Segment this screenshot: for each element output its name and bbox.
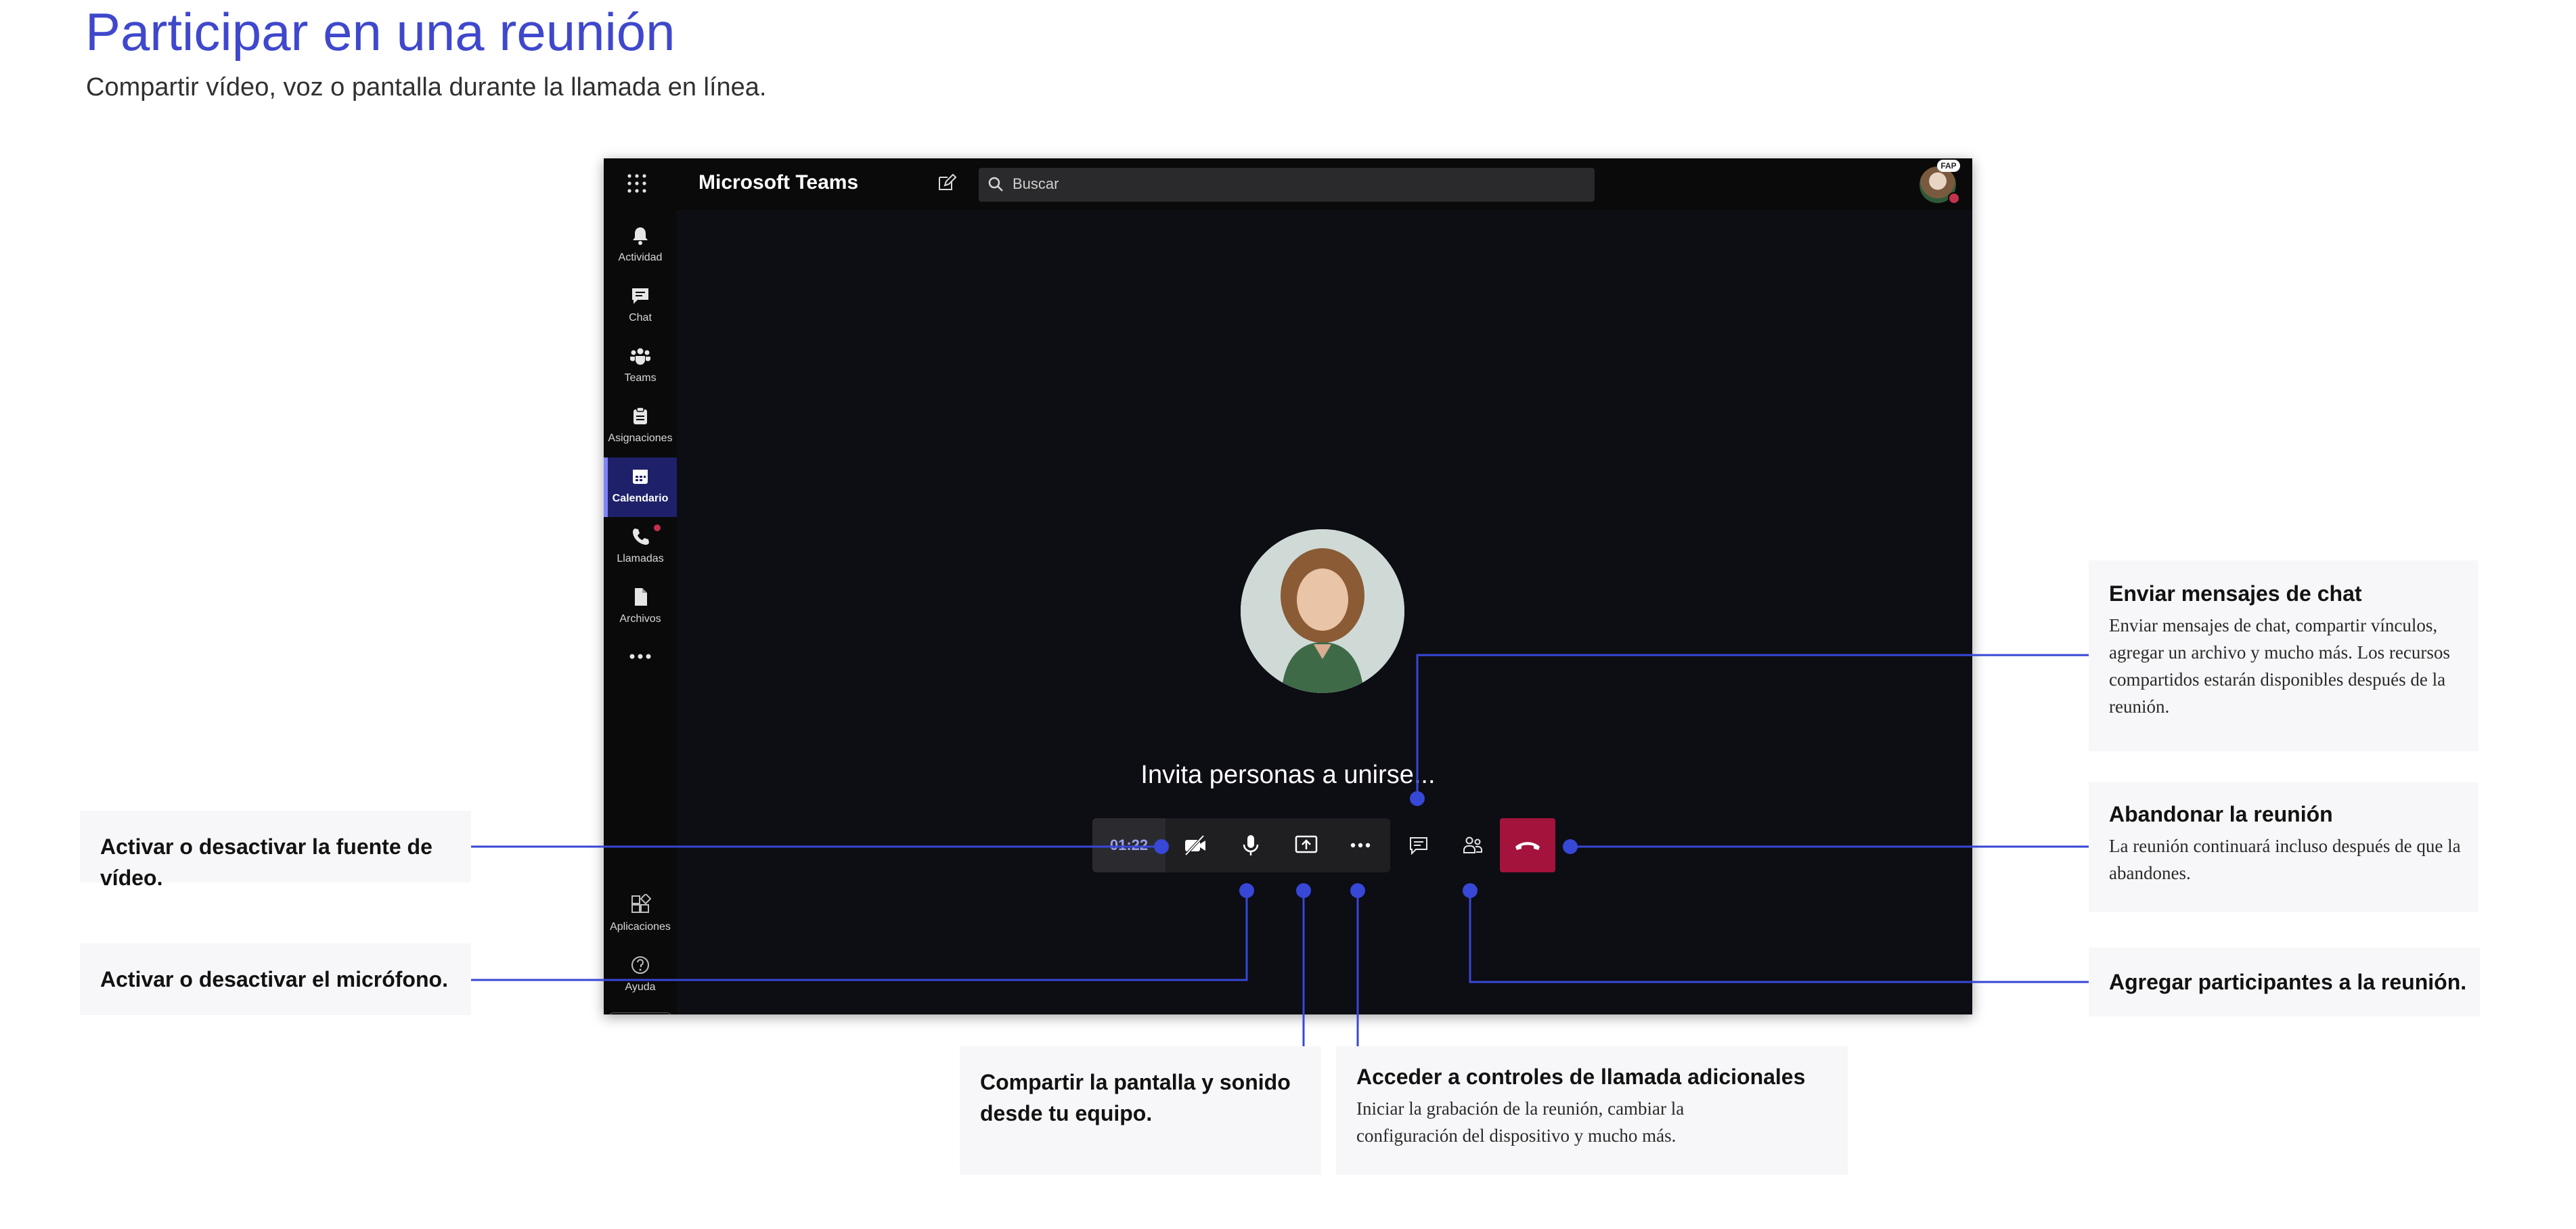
connector-lines <box>471 654 2089 1046</box>
connector-chat <box>1416 654 2089 799</box>
connector-participants <box>1469 891 2089 983</box>
connector-dot <box>1410 791 1425 806</box>
connector-dot <box>1350 883 1365 898</box>
connector-dot <box>1239 883 1254 898</box>
connector-dot <box>1154 839 1169 854</box>
connector-dot <box>1296 883 1311 898</box>
connector-dot <box>1463 883 1478 898</box>
connector-mic <box>471 891 1248 981</box>
connector-dot <box>1563 839 1578 854</box>
